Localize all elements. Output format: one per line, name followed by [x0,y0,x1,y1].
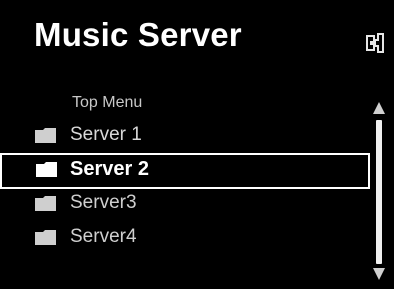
folder-icon [35,128,56,143]
folder-icon [35,230,56,245]
folder-icon [36,162,57,177]
list-item-label: Server3 [70,192,137,213]
network-input-icon [366,33,384,53]
folder-icon [35,196,56,211]
scroll-down-arrow-icon[interactable] [373,268,385,280]
list-item-server-1[interactable]: Server 1 [0,120,370,154]
list-item-label: Server4 [70,226,137,247]
scrollbar-thumb[interactable] [376,120,382,264]
list-item-server3[interactable]: Server3 [0,188,370,222]
list-item-server-2[interactable]: Server 2 [0,153,370,189]
scroll-up-arrow-icon[interactable] [373,102,385,114]
list-item-server4[interactable]: Server4 [0,222,370,256]
parent-menu-label[interactable]: Top Menu [72,94,142,112]
list-item-label: Server 1 [70,124,142,145]
list-item-label: Server 2 [70,158,149,180]
page-title: Music Server [34,16,242,53]
server-list: Server 1 Server 2 Server3 Server4 [0,120,370,256]
